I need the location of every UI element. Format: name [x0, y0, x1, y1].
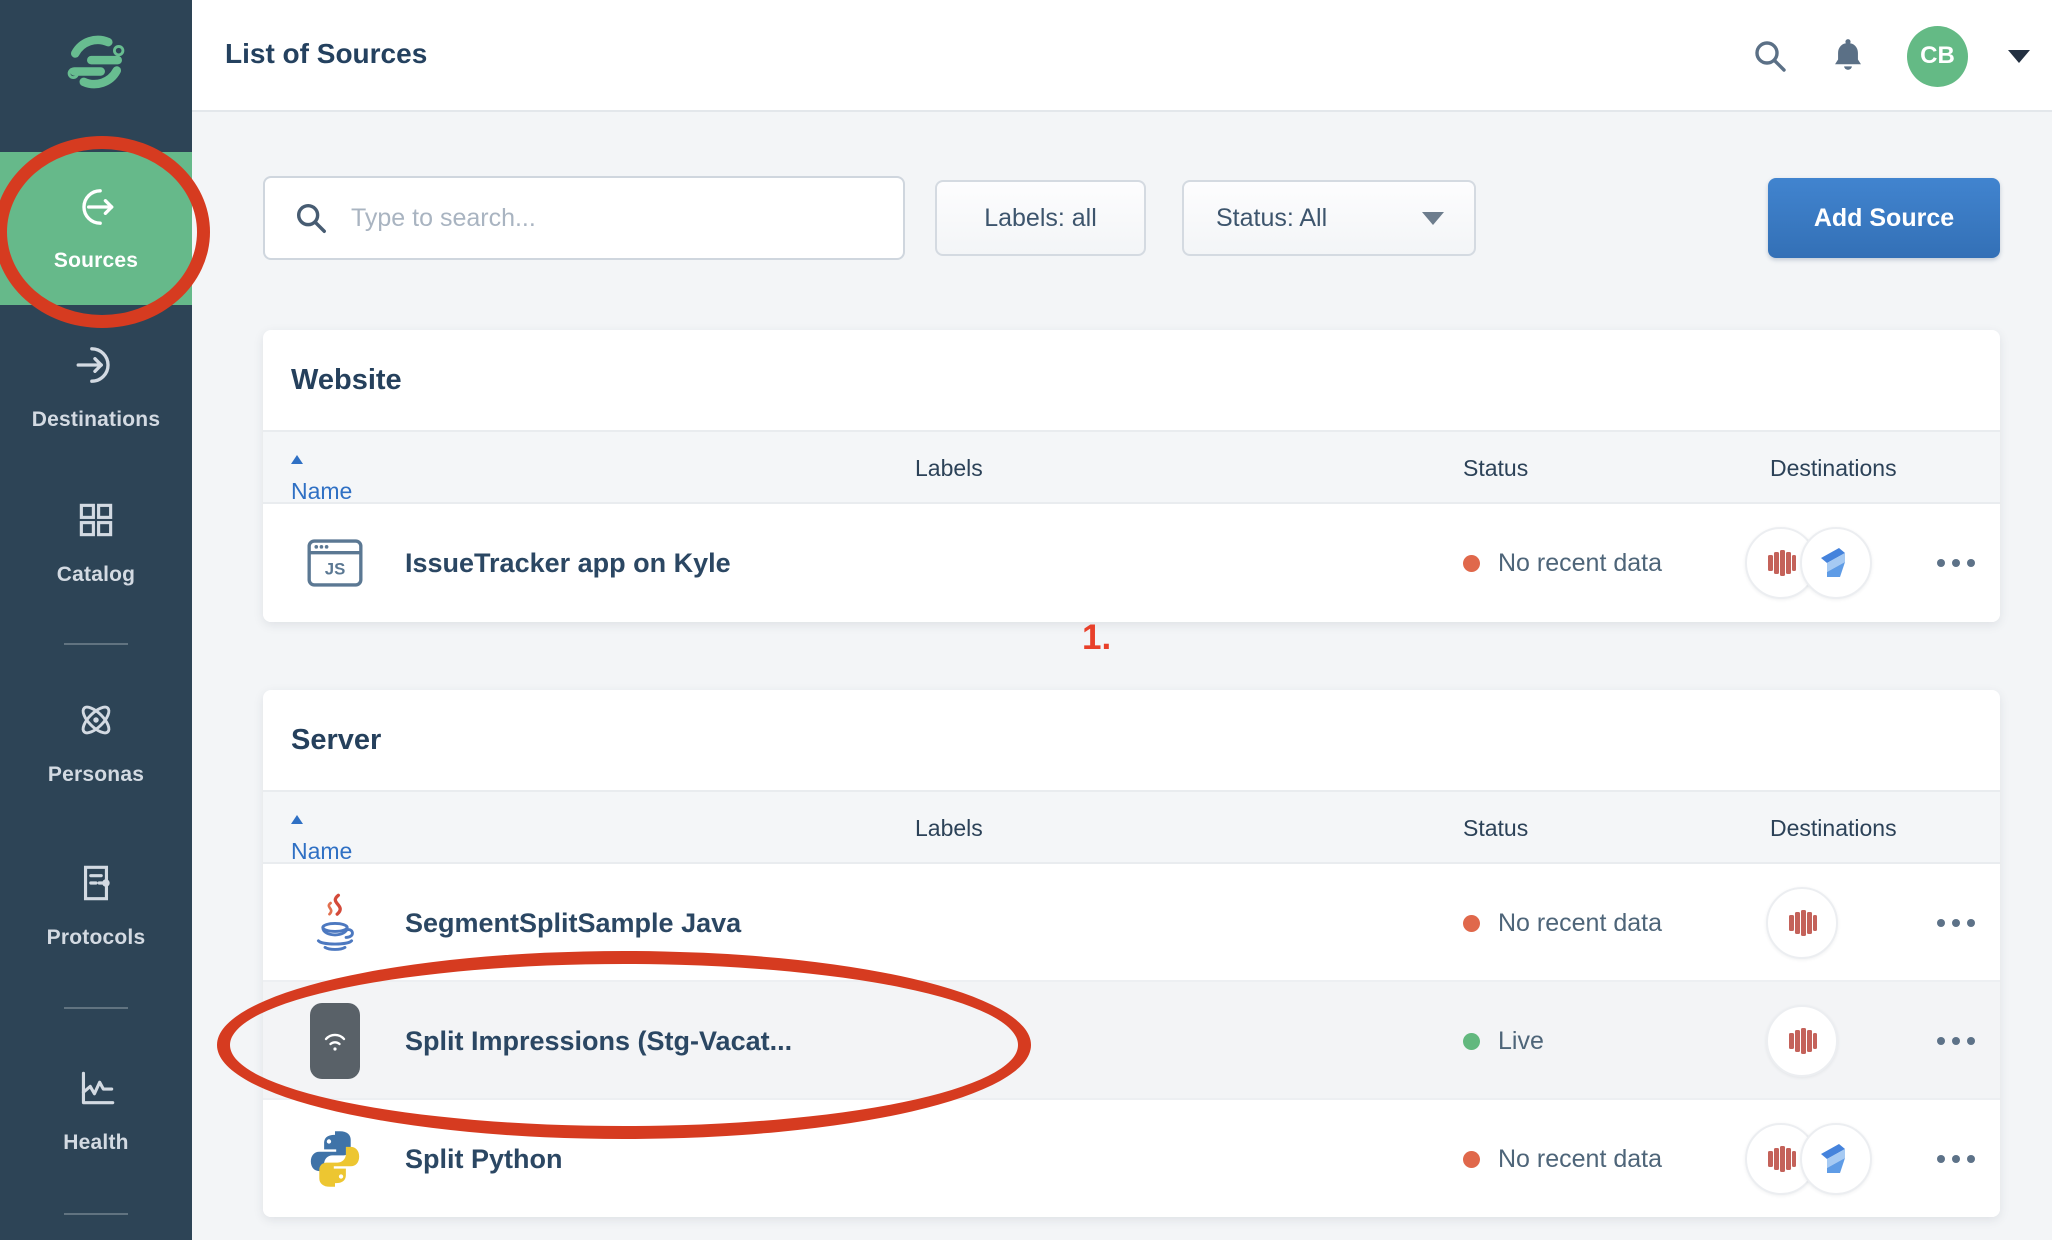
- add-source-button[interactable]: Add Source: [1768, 178, 2000, 258]
- wifi-device-icon: [300, 982, 370, 1100]
- bell-icon[interactable]: [1829, 37, 1867, 75]
- row-overflow-menu[interactable]: [1928, 504, 1984, 622]
- sidebar: Sources Destinations Catalog: [0, 0, 192, 1240]
- sidebar-item-label: Health: [63, 1131, 128, 1155]
- labels-filter-button[interactable]: Labels: all: [935, 180, 1146, 256]
- status-text: Live: [1498, 1027, 1544, 1056]
- stitch-destination-icon[interactable]: [1800, 527, 1872, 599]
- status-cell: Live: [1463, 982, 1544, 1100]
- column-destinations: Destinations: [1770, 455, 1897, 482]
- sidebar-item-catalog[interactable]: Catalog: [0, 497, 192, 587]
- caret-down-icon[interactable]: [2008, 50, 2030, 63]
- status-cell: No recent data: [1463, 864, 1662, 982]
- destinations-cell: [1745, 504, 1875, 622]
- status-text: No recent data: [1498, 549, 1662, 578]
- source-name: Split Python: [405, 1100, 563, 1217]
- row-overflow-menu[interactable]: [1928, 864, 1984, 982]
- status-text: No recent data: [1498, 1145, 1662, 1174]
- search-icon: [293, 200, 329, 236]
- source-name: Split Impressions (Stg-Vacat...: [405, 982, 792, 1100]
- table-row[interactable]: JS IssueTracker app on Kyle No recent da…: [263, 504, 2000, 622]
- sidebar-item-label: Catalog: [57, 563, 135, 587]
- sidebar-item-personas[interactable]: Personas: [0, 697, 192, 787]
- column-status: Status: [1463, 455, 1528, 482]
- segment-logo[interactable]: [0, 28, 192, 96]
- search-icon[interactable]: [1751, 37, 1789, 75]
- sort-asc-icon: [291, 455, 303, 464]
- java-cup-icon: [300, 864, 370, 982]
- page-title: List of Sources: [225, 38, 427, 70]
- redshift-destination-icon[interactable]: [1766, 1005, 1838, 1077]
- stitch-destination-icon[interactable]: [1800, 1123, 1872, 1195]
- sidebar-divider: [64, 1007, 128, 1009]
- table-row[interactable]: Split Impressions (Stg-Vacat... Live: [263, 982, 2000, 1100]
- sidebar-divider: [64, 1213, 128, 1215]
- sidebar-item-health[interactable]: Health: [0, 1065, 192, 1155]
- javascript-browser-icon: JS: [300, 504, 370, 622]
- sidebar-item-label: Destinations: [32, 408, 160, 432]
- sidebar-item-label: Personas: [48, 763, 144, 787]
- svg-text:JS: JS: [325, 560, 346, 579]
- column-status: Status: [1463, 815, 1528, 842]
- source-name: SegmentSplitSample Java: [405, 864, 741, 982]
- destinations-cell: [1745, 1100, 1875, 1217]
- table-row[interactable]: SegmentSplitSample Java No recent data: [263, 864, 2000, 982]
- sort-asc-icon: [291, 815, 303, 824]
- source-name: IssueTracker app on Kyle: [405, 504, 731, 622]
- server-sources-card: Server Name Labels Status Destinations: [263, 690, 2000, 1217]
- atom-icon: [73, 697, 119, 748]
- grid-squares-icon: [73, 497, 119, 548]
- status-dot-icon: [1463, 1151, 1480, 1168]
- source-search: [263, 176, 905, 260]
- document-rules-icon: [73, 860, 119, 911]
- python-icon: [300, 1100, 370, 1217]
- sidebar-item-label: Protocols: [47, 926, 146, 950]
- table-header: Name Labels Status Destinations: [263, 790, 2000, 864]
- row-overflow-menu[interactable]: [1928, 982, 1984, 1100]
- column-labels: Labels: [915, 815, 983, 842]
- arrow-into-circle-icon: [73, 342, 119, 393]
- status-filter-dropdown[interactable]: Status: All: [1182, 180, 1476, 256]
- sidebar-item-label: Sources: [54, 249, 138, 273]
- annotation-step-label: 1.: [1082, 618, 1111, 658]
- table-row[interactable]: Split Python No recent data: [263, 1100, 2000, 1217]
- column-labels: Labels: [915, 455, 983, 482]
- sidebar-divider: [64, 643, 128, 645]
- status-dot-icon: [1463, 555, 1480, 572]
- section-title: Website: [291, 364, 402, 397]
- search-input[interactable]: [351, 204, 871, 233]
- sidebar-item-protocols[interactable]: Protocols: [0, 860, 192, 950]
- website-sources-card: Website Name Labels Status Destinations …: [263, 330, 2000, 622]
- sidebar-item-sources[interactable]: Sources: [0, 152, 192, 305]
- status-text: No recent data: [1498, 909, 1662, 938]
- column-name-sort[interactable]: Name: [291, 455, 303, 464]
- status-dot-icon: [1463, 1033, 1480, 1050]
- pulse-chart-icon: [73, 1065, 119, 1116]
- destinations-cell: [1745, 864, 1875, 982]
- status-filter-value: Status: All: [1216, 204, 1327, 233]
- column-destinations: Destinations: [1770, 815, 1897, 842]
- arrow-out-of-circle-icon: [73, 184, 119, 235]
- section-title: Server: [291, 724, 381, 757]
- status-cell: No recent data: [1463, 504, 1662, 622]
- sidebar-item-destinations[interactable]: Destinations: [0, 342, 192, 432]
- status-dot-icon: [1463, 915, 1480, 932]
- avatar[interactable]: CB: [1907, 26, 1968, 87]
- row-overflow-menu[interactable]: [1928, 1100, 1984, 1217]
- table-header: Name Labels Status Destinations: [263, 430, 2000, 504]
- destinations-cell: [1745, 982, 1875, 1100]
- redshift-destination-icon[interactable]: [1766, 887, 1838, 959]
- top-header: List of Sources CB: [192, 0, 2052, 112]
- caret-down-icon: [1422, 212, 1444, 225]
- column-name-sort[interactable]: Name: [291, 815, 303, 824]
- status-cell: No recent data: [1463, 1100, 1662, 1217]
